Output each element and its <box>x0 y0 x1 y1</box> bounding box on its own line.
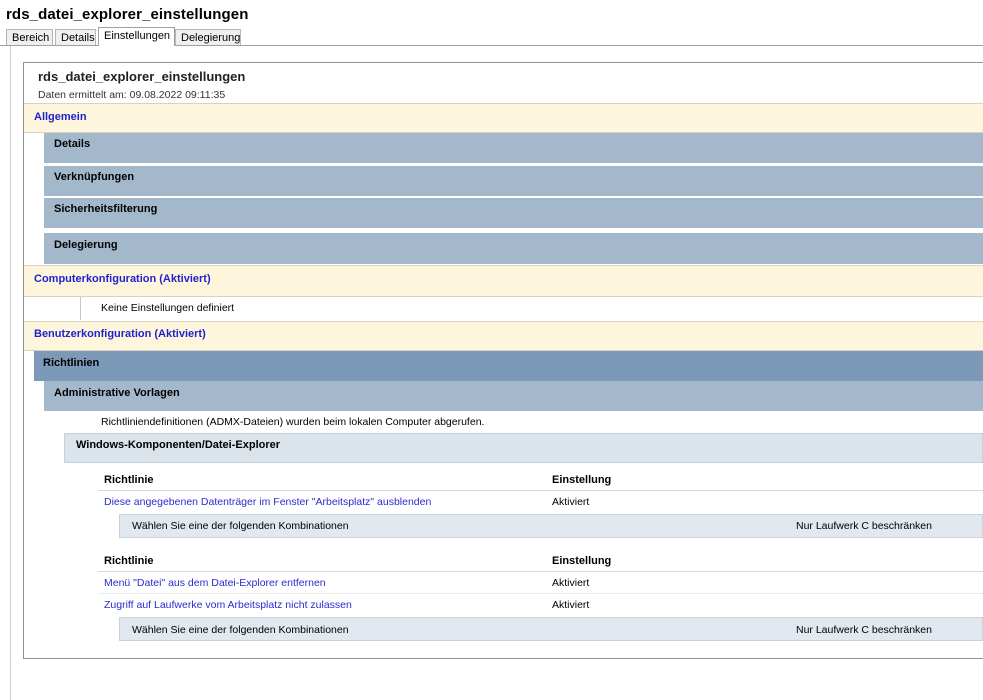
tab-details[interactable]: Details <box>55 29 96 45</box>
bar-sicherheitsfilterung-label: Sicherheitsfilterung <box>54 203 158 215</box>
bar-verknuepfungen[interactable]: Verknüpfungen <box>44 166 983 196</box>
table2-header-divider <box>98 571 983 572</box>
report-timestamp: Daten ermittelt am: 09.08.2022 09:11:35 <box>38 89 226 101</box>
bar-sicherheitsfilterung[interactable]: Sicherheitsfilterung <box>44 198 983 228</box>
admx-note: Richtliniendefinitionen (ADMX-Dateien) w… <box>101 416 485 428</box>
policy-link-laufwerkszugriff[interactable]: Zugriff auf Laufwerke vom Arbeitsplatz n… <box>104 599 352 611</box>
table2-header-policy: Richtlinie <box>104 555 154 567</box>
window-title: rds_datei_explorer_einstellungen <box>6 6 249 23</box>
combination-row: Wählen Sie eine der folgenden Kombinatio… <box>119 617 983 641</box>
combination-value: Nur Laufwerk C beschränken <box>796 520 932 532</box>
bar-administrative-vorlagen[interactable]: Administrative Vorlagen <box>44 381 983 411</box>
bar-administrative-vorlagen-label: Administrative Vorlagen <box>54 387 180 399</box>
table2-header-setting: Einstellung <box>552 555 612 567</box>
section-allgemein[interactable]: Allgemein <box>24 103 983 133</box>
section-allgemein-label[interactable]: Allgemein <box>34 111 87 123</box>
table1-header-setting: Einstellung <box>552 474 612 486</box>
policy-setting-value: Aktiviert <box>552 496 590 508</box>
bar-delegierung-label: Delegierung <box>54 239 118 251</box>
bar-windows-komponenten[interactable]: Windows-Komponenten/Datei-Explorer <box>64 433 983 463</box>
table2-row-divider <box>98 593 983 594</box>
section-benutzerkonfiguration[interactable]: Benutzerkonfiguration (Aktiviert) <box>24 321 983 351</box>
combination-row: Wählen Sie eine der folgenden Kombinatio… <box>119 514 983 538</box>
bar-verknuepfungen-label: Verknüpfungen <box>54 171 135 183</box>
tab-delegierung[interactable]: Delegierung <box>175 29 241 45</box>
policy-setting-value: Aktiviert <box>552 599 590 611</box>
combination-value: Nur Laufwerk C beschränken <box>796 624 932 636</box>
combination-label: Wählen Sie eine der folgenden Kombinatio… <box>132 520 349 532</box>
table1-header-policy: Richtlinie <box>104 474 154 486</box>
computer-note: Keine Einstellungen definiert <box>101 302 235 314</box>
policy-setting-value: Aktiviert <box>552 577 590 589</box>
bar-richtlinien-label: Richtlinien <box>43 357 100 369</box>
section-benutzerkonfiguration-label[interactable]: Benutzerkonfiguration (Aktiviert) <box>34 328 206 340</box>
table1-header-divider <box>98 490 983 491</box>
tab-einstellungen[interactable]: Einstellungen <box>98 27 175 46</box>
bar-details[interactable]: Details <box>44 133 983 163</box>
bar-details-label: Details <box>54 138 91 150</box>
policy-link-datentraeger-ausblenden[interactable]: Diese angegebenen Datenträger im Fenster… <box>104 496 431 508</box>
section-computerkonfiguration-label[interactable]: Computerkonfiguration (Aktiviert) <box>34 273 211 285</box>
bar-delegierung[interactable]: Delegierung <box>44 233 983 264</box>
section-computerkonfiguration[interactable]: Computerkonfiguration (Aktiviert) <box>24 265 983 297</box>
combination-label: Wählen Sie eine der folgenden Kombinatio… <box>132 624 349 636</box>
report-title: rds_datei_explorer_einstellungen <box>38 69 246 84</box>
policy-link-menue-datei-entfernen[interactable]: Menü "Datei" aus dem Datei-Explorer entf… <box>104 577 326 589</box>
bar-richtlinien[interactable]: Richtlinien <box>34 351 983 381</box>
indent-guide <box>80 297 81 320</box>
tab-bereich[interactable]: Bereich <box>6 29 53 45</box>
bar-windows-komponenten-label: Windows-Komponenten/Datei-Explorer <box>76 439 281 451</box>
